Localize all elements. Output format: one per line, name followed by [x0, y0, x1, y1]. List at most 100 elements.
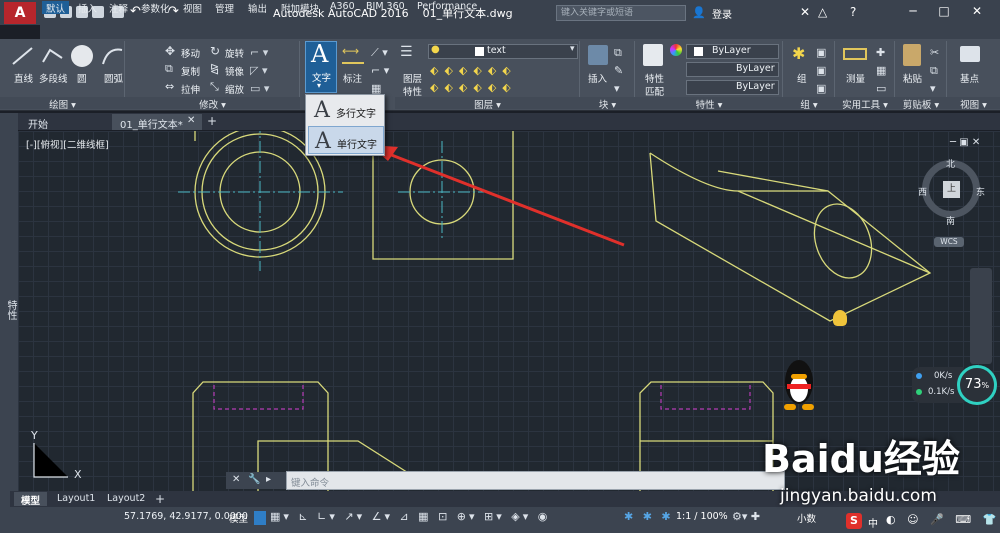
command-history-icon[interactable]: ▸ — [266, 474, 271, 485]
snap-toggles-icons[interactable]: ▦▾ ⊾ ∟▾ ↗▾ ∠▾ ⊿ ▦ ⊡ ⊕▾ ⊞▾ ◈▾ ◉ — [270, 510, 550, 523]
mirror-icon[interactable]: ⧎ — [210, 62, 219, 75]
minimize-button[interactable]: ─ — [902, 4, 924, 20]
paste-icon[interactable] — [903, 44, 921, 66]
stretch-label[interactable]: 拉伸 — [181, 82, 200, 96]
clipboard-tool-icons[interactable]: ✂ ⧉ ▾ — [930, 44, 939, 98]
annotation-toggles-icons[interactable]: ✱ ✱ ✱ — [624, 510, 674, 523]
arc-label[interactable]: 圆弧 — [104, 71, 123, 85]
close-tab-icon[interactable]: ✕ — [187, 115, 195, 126]
dimension-label[interactable]: 标注 — [343, 71, 362, 85]
navigation-bar[interactable] — [970, 268, 992, 364]
measure-icon[interactable] — [843, 48, 867, 60]
group-icon[interactable]: ✱ — [792, 44, 805, 63]
tab-model[interactable]: 模型 — [14, 492, 48, 507]
clipboard-panel-label[interactable]: 剪贴板 ▾ — [895, 97, 947, 111]
tab-insert[interactable]: 插入 — [78, 1, 97, 15]
measure-label[interactable]: 测量 — [846, 71, 865, 85]
modify-more-icons[interactable]: ⌐ ▾ ◸ ▾ ▭ ▾ — [250, 44, 278, 98]
group-tool-icons[interactable]: ▣ ▣ ▣ — [816, 44, 826, 98]
new-layout-icon[interactable]: + — [155, 492, 165, 506]
ime-mode[interactable]: 中 — [868, 515, 878, 530]
rotate-label[interactable]: 旋转 — [225, 46, 244, 60]
tab-default[interactable]: 默认 — [42, 1, 70, 15]
layer-props-label[interactable]: 图层 — [403, 71, 422, 85]
doc-tab-start[interactable]: 开始 — [20, 114, 56, 131]
sogou-ime-icon[interactable]: S — [846, 513, 862, 529]
single-line-text-item[interactable]: A 单行文字 — [308, 126, 384, 154]
multiline-text-item[interactable]: A 多行文字 — [308, 96, 384, 124]
help-icon[interactable]: ? — [850, 5, 856, 19]
mirror-label[interactable]: 镜像 — [225, 64, 244, 78]
dimension-icon[interactable]: ⟷ — [342, 44, 364, 64]
tab-layout1[interactable]: Layout1 — [50, 492, 102, 506]
rotate-icon[interactable]: ↻ — [210, 44, 220, 58]
viewport-label[interactable]: [-][俯视][二维线框] — [26, 137, 109, 151]
annotation-tools-icons[interactable]: ⟋ ▾ ⌐ ▾ ▦ — [371, 44, 389, 98]
properties-palette-tab[interactable]: 特性 — [3, 300, 18, 320]
insert-label[interactable]: 插入 — [588, 71, 607, 85]
utility-tool-icons[interactable]: ✚ ▦ ▭ — [876, 44, 886, 98]
layer-props-label-2[interactable]: 特性 — [403, 84, 422, 98]
qq-penguin-icon[interactable] — [779, 360, 819, 412]
circle-icon[interactable] — [71, 45, 93, 67]
line-label[interactable]: 直线 — [14, 71, 33, 85]
paste-label[interactable]: 粘贴 — [903, 71, 922, 85]
a360-icon[interactable]: △ — [818, 5, 827, 19]
tab-bim360[interactable]: BIM 360 — [366, 1, 405, 14]
ime-toolbar-icons[interactable]: ◐ ☺ 🎤 ⌨ 👕 ▦ — [886, 513, 1000, 526]
base-label[interactable]: 基点 — [960, 71, 979, 85]
group-label[interactable]: 组 — [797, 71, 807, 85]
new-tab-icon[interactable]: + — [207, 114, 217, 128]
view-panel-label[interactable]: 视图 ▾ — [947, 97, 1000, 111]
scale-icon[interactable]: ⤡ — [210, 80, 219, 94]
insert-block-icon[interactable] — [588, 45, 608, 65]
polyline-icon[interactable] — [40, 44, 66, 68]
match-label[interactable]: 特性 — [645, 71, 664, 85]
tab-addins[interactable]: 附加模块 — [281, 1, 319, 15]
layer-properties-icon[interactable]: ☰ — [400, 44, 413, 60]
close-button[interactable]: ✕ — [966, 4, 988, 20]
viewport-controls-icons[interactable]: ─ ▣ ✕ — [950, 137, 980, 148]
units-label[interactable]: 小数 — [797, 511, 816, 525]
copy-icon[interactable]: ⧉ — [165, 62, 173, 76]
tab-parametric[interactable]: 参数化 — [141, 1, 170, 15]
exchange-icon[interactable]: ✕ — [800, 5, 810, 19]
circle-label[interactable]: 圆 — [77, 71, 87, 85]
block-panel-label[interactable]: 块 ▾ — [580, 97, 635, 111]
grid-toggle-icon[interactable] — [254, 511, 266, 525]
copy-label[interactable]: 复制 — [181, 64, 200, 78]
undo-icon[interactable]: ↶ — [130, 4, 141, 19]
move-icon[interactable]: ✥ — [165, 44, 175, 58]
tab-manage[interactable]: 管理 — [215, 1, 234, 15]
wrench-icon[interactable]: 🔧 — [248, 474, 260, 485]
scale-label[interactable]: 缩放 — [225, 82, 244, 96]
match-label-2[interactable]: 匹配 — [645, 84, 664, 98]
cpu-usage-gauge[interactable]: 73% — [957, 365, 997, 405]
modify-panel-label[interactable]: 修改 ▾ — [125, 97, 300, 111]
groups-panel-label[interactable]: 组 ▾ — [783, 97, 835, 111]
draw-panel-label[interactable]: 绘图 ▾ — [0, 97, 125, 111]
tab-view[interactable]: 视图 — [183, 1, 202, 15]
tab-performance[interactable]: Performance — [417, 1, 477, 14]
tab-layout2[interactable]: Layout2 — [100, 492, 152, 506]
stretch-icon[interactable]: ⇔ — [165, 80, 174, 93]
login-button[interactable]: 登录 — [712, 6, 732, 21]
utilities-panel-label[interactable]: 实用工具 ▾ — [835, 97, 895, 111]
viewcube-top-face[interactable]: 上 — [943, 181, 960, 198]
model-space-button[interactable]: 模型 — [229, 511, 248, 525]
color-wheel-icon[interactable] — [670, 44, 682, 56]
move-label[interactable]: 移动 — [181, 46, 200, 60]
search-input[interactable]: 键入关键字或短语 — [556, 5, 686, 21]
base-view-icon[interactable] — [960, 46, 980, 62]
layers-panel-label[interactable]: 图层 ▾ — [395, 97, 580, 111]
maximize-button[interactable]: □ — [933, 4, 955, 20]
tab-annotate[interactable]: 注释 — [109, 1, 128, 15]
polyline-label[interactable]: 多段线 — [39, 71, 68, 85]
app-menu-button[interactable]: A — [4, 2, 36, 24]
block-tool-icons[interactable]: ⧉ ✎ ▾ — [614, 44, 623, 98]
properties-panel-label[interactable]: 特性 ▾ — [635, 97, 783, 111]
arc-icon[interactable] — [100, 44, 126, 68]
close-command-icon[interactable]: ✕ — [232, 474, 240, 485]
tab-output[interactable]: 输出 — [248, 1, 267, 15]
line-icon[interactable] — [10, 44, 36, 68]
